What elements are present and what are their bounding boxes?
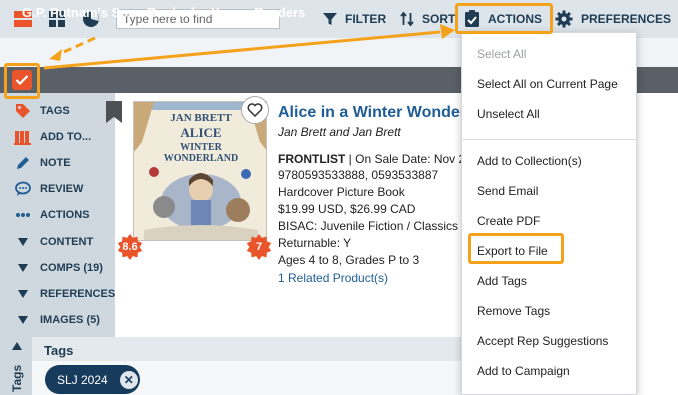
sidebar-item-label: CONTENT [40, 236, 94, 248]
tags-panel-title: Tags [44, 343, 74, 358]
menu-item-add-to-collection[interactable]: Add to Collection(s) [477, 154, 582, 168]
remove-tag-icon[interactable]: ✕ [119, 370, 138, 389]
sidebar-item-add-to[interactable]: ADD TO... [14, 128, 91, 146]
sidebar-item-label: REFERENCES [40, 288, 116, 300]
isbn-line: 9780593533888, 0593533887 [278, 168, 439, 182]
publisher-group-title: G.P. Putnam's Sons Books for Young Reade… [22, 5, 306, 20]
ages-line: Ages 4 to 8, Grades P to 3 [278, 253, 420, 267]
sidebar-item-comps[interactable]: COMPS (19) [14, 259, 103, 277]
favorite-button[interactable] [241, 96, 269, 124]
menu-item-create-pdf[interactable]: Create PDF [477, 214, 540, 228]
gear-icon [555, 10, 573, 28]
pencil-icon [14, 155, 32, 171]
caret-down-icon [14, 264, 32, 272]
cover-title-text-2: WINTER [180, 142, 222, 153]
sidebar-item-label: TAGS [40, 105, 70, 117]
sidebar-item-references[interactable]: REFERENCES [14, 285, 115, 303]
related-products-link[interactable]: 1 Related Product(s) [278, 271, 388, 285]
tag-chip[interactable]: SLJ 2024 ✕ [45, 365, 140, 394]
preferences-label: PREFERENCES [581, 12, 672, 26]
book-title-link[interactable]: Alice in a Winter Wonder [278, 104, 466, 122]
menu-item-export-to-file[interactable]: Export to File [477, 244, 548, 258]
sidebar-item-tags[interactable]: TAGS [14, 102, 70, 120]
catalog-line: FRONTLIST | On Sale Date: Nov 2 [278, 152, 465, 166]
ellipsis-icon [14, 212, 32, 218]
sidebar-item-label: COMPS (19) [40, 262, 103, 274]
book-authors: Jan Brett and Jan Brett [278, 125, 401, 139]
caret-down-icon [14, 290, 32, 298]
tag-icon [14, 103, 32, 119]
sort-icon [400, 11, 414, 27]
cover-author-text: JAN BRETT [170, 112, 232, 124]
caret-up-icon[interactable] [12, 339, 22, 353]
tag-chip-label: SLJ 2024 [57, 372, 108, 387]
filter-label: FILTER [345, 12, 387, 26]
menu-item-select-all[interactable]: Select All [477, 47, 526, 61]
price-line: $19.99 USD, $26.99 CAD [278, 202, 416, 216]
speech-bubble-icon [14, 181, 32, 197]
on-sale-date: | On Sale Date: Nov 2 [345, 152, 466, 166]
sidebar-item-label: ADD TO... [40, 131, 92, 143]
bisac-line: BISAC: Juvenile Fiction / Classics ( [278, 219, 466, 233]
caret-down-icon [14, 316, 32, 324]
filter-button[interactable]: FILTER [323, 0, 386, 38]
sidebar-item-label: REVIEW [40, 183, 84, 195]
sidebar-item-review[interactable]: REVIEW [14, 180, 83, 198]
menu-item-add-to-campaign[interactable]: Add to Campaign [477, 364, 570, 378]
sidebar-item-label: NOTE [40, 157, 71, 169]
menu-item-send-email[interactable]: Send Email [477, 184, 538, 198]
tags-tab-label: Tags [10, 364, 24, 392]
format-line: Hardcover Picture Book [278, 185, 405, 199]
sort-button[interactable]: SORT [400, 0, 455, 38]
menu-item-unselect-all[interactable]: Unselect All [477, 107, 540, 121]
heart-icon [247, 103, 263, 117]
clipboard-check-icon [465, 10, 479, 27]
select-checkbox[interactable] [12, 70, 32, 90]
checkmark-icon [15, 75, 29, 86]
returnable-line: Returnable: Y [278, 236, 352, 250]
sort-label: SORT [422, 12, 456, 26]
sidebar-item-note[interactable]: NOTE [14, 154, 71, 172]
actions-label: ACTIONS [488, 12, 542, 26]
cover-title-text-3: WONDERLAND [164, 153, 238, 164]
sidebar-item-label: IMAGES (5) [40, 314, 100, 326]
catalog-label: FRONTLIST [278, 152, 346, 166]
menu-item-accept-rep-suggestions[interactable]: Accept Rep Suggestions [477, 334, 608, 348]
menu-item-add-tags[interactable]: Add Tags [477, 274, 527, 288]
sidebar-item-label: ACTIONS [40, 209, 90, 221]
sidebar-item-content[interactable]: CONTENT [14, 233, 93, 251]
sidebar-item-images[interactable]: IMAGES (5) [14, 311, 100, 329]
menu-item-remove-tags[interactable]: Remove Tags [477, 304, 550, 318]
tags-panel-header [32, 337, 472, 361]
filter-icon [323, 13, 337, 25]
cover-title-text-1: ALICE [180, 125, 221, 140]
add-to-icon [14, 129, 32, 145]
menu-separator [462, 139, 636, 140]
caret-down-icon [14, 238, 32, 246]
sidebar-item-actions[interactable]: ACTIONS [14, 206, 90, 224]
menu-item-select-all-current-page[interactable]: Select All on Current Page [477, 77, 618, 91]
